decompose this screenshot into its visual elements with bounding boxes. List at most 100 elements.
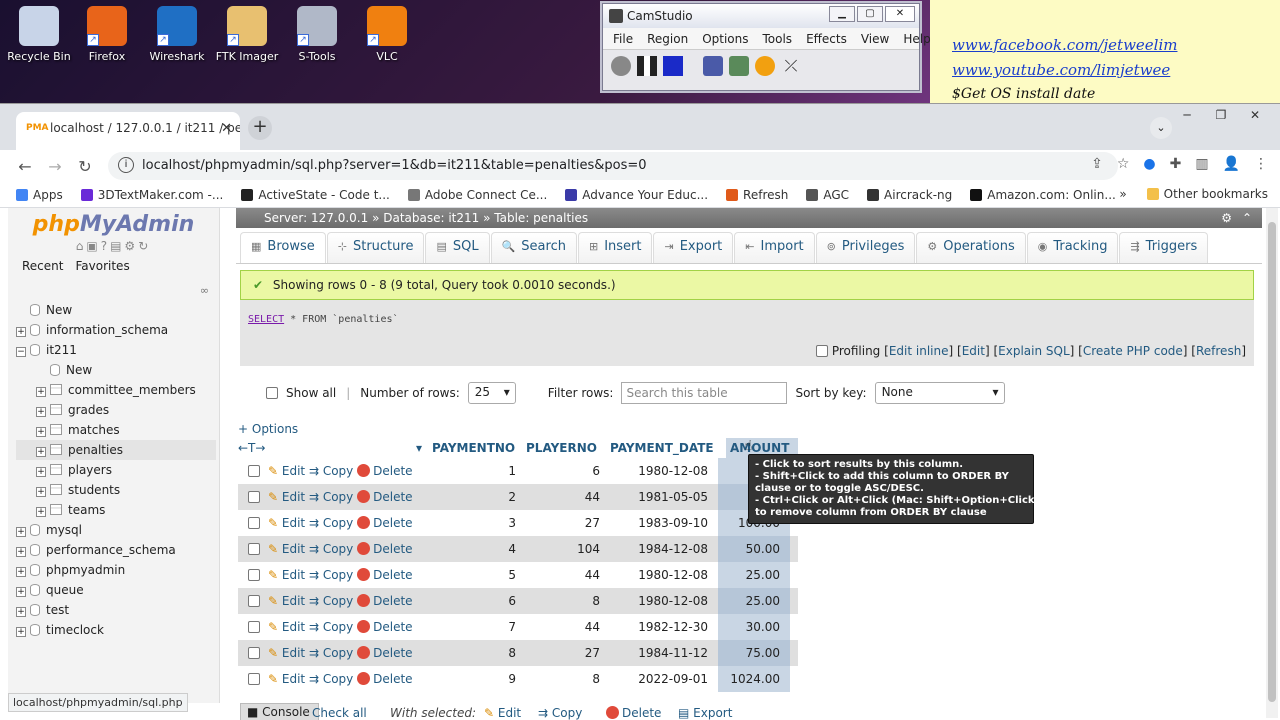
cell-playerno[interactable]: 8 [526,594,610,608]
tab-insert[interactable]: ⊞ Insert [577,232,653,263]
sql-query[interactable]: SELECT * FROM `penalties` [248,314,399,325]
site-info-icon[interactable]: i [118,157,134,173]
cell-playerno[interactable]: 27 [526,516,610,530]
row-checkbox[interactable] [248,673,260,685]
row-checkbox[interactable] [248,647,260,659]
edit-button[interactable]: ✎ Edit [268,594,305,608]
settings-icon[interactable]: ⚙ [1221,211,1232,225]
column-menu-icon[interactable]: ▾ [416,438,432,458]
expand-icon[interactable]: + [36,507,46,517]
back-icon[interactable]: ← [10,157,40,176]
edit-button[interactable]: ✎ Edit [268,620,305,634]
cell-paymentno[interactable]: 1 [432,464,526,478]
favorites-tab[interactable]: Favorites [75,259,129,273]
tab-close-icon[interactable]: ✕ [221,121,232,136]
minimize-icon[interactable]: ▁ [829,6,855,22]
tab-triggers[interactable]: ⇶ Triggers [1119,232,1209,263]
cursor-options-icon[interactable]: ⤫ [781,56,801,76]
bookmark-item[interactable]: Adobe Connect Ce... [407,188,547,202]
youtube-link[interactable]: www.youtube.com/limjetwee [952,61,1280,79]
tab-search[interactable]: 🔍 Search [490,232,577,263]
delete-button[interactable]: Delete [357,568,413,582]
collapse-icon[interactable]: ⌃ [1242,211,1252,225]
check-all-link[interactable]: Check all [312,706,367,720]
tree-item-table[interactable]: + matches [16,420,216,440]
camstudio-window[interactable]: CamStudio ▁ ▢ ✕ File Region Options Tools Ef… [602,3,931,91]
cell-payment-date[interactable]: 1984-12-08 [610,542,718,556]
breadcrumb-table[interactable]: Table: penalties [494,211,588,225]
tab-operations[interactable]: ⚙ Operations [916,232,1026,263]
maximize-icon[interactable]: ▢ [857,6,883,22]
tab-structure[interactable]: ⊹ Structure [326,232,425,263]
tab-browse[interactable]: ▦ Browse [240,232,326,263]
breadcrumb-server[interactable]: Server: 127.0.0.1 [264,211,368,225]
desktop-icon[interactable]: ↗ FTK Imager [210,6,284,63]
edit-button[interactable]: ✎ Edit [268,672,305,686]
other-bookmarks[interactable]: Other bookmarks [1146,187,1268,201]
bulk-copy-button[interactable]: ⇉ Copy [538,706,582,720]
delete-button[interactable]: Delete [357,542,413,556]
tree-item-table[interactable]: + teams [16,500,216,520]
cell-paymentno[interactable]: 8 [432,646,526,660]
delete-button[interactable]: Delete [357,646,413,660]
tree-item-db[interactable]: − it211 [16,340,216,360]
copy-button[interactable]: ⇉ Copy [309,516,353,530]
tree-item-db[interactable]: + phpmyadmin [16,560,216,580]
bookmark-item[interactable]: 3DTextMaker.com -... [80,188,223,202]
cell-playerno[interactable]: 44 [526,490,610,504]
cell-payment-date[interactable]: 1982-12-30 [610,620,718,634]
bookmark-item[interactable]: Refresh [726,188,788,202]
cell-payment-date[interactable]: 1981-05-05 [610,490,718,504]
edit-button[interactable]: ✎ Edit [268,490,305,504]
tree-item-db[interactable]: + queue [16,580,216,600]
copy-button[interactable]: ⇉ Copy [309,620,353,634]
camstudio-menu-tools[interactable]: Tools [763,32,793,46]
num-rows-select[interactable]: 25 [467,382,516,404]
copy-button[interactable]: ⇉ Copy [309,568,353,582]
copy-button[interactable]: ⇉ Copy [309,464,353,478]
edit-button[interactable]: ✎ Edit [268,568,305,582]
profiling-checkbox[interactable] [815,345,828,357]
cell-payment-date[interactable]: 1980-12-08 [610,594,718,608]
cell-payment-date[interactable]: 2022-09-01 [610,672,718,686]
cell-paymentno[interactable]: 2 [432,490,526,504]
expand-icon[interactable]: + [16,567,26,577]
bookmark-item[interactable]: AGC [806,188,849,202]
tree-item-table[interactable]: + students [16,480,216,500]
tab-privileges[interactable]: ⊚ Privileges [815,232,916,263]
column-resize-arrows[interactable]: ←T→ [238,438,416,458]
copy-button[interactable]: ⇉ Copy [309,672,353,686]
pause-icon[interactable] [637,56,657,76]
cell-playerno[interactable]: 8 [526,672,610,686]
show-all-checkbox[interactable] [266,387,278,399]
video-options-icon[interactable] [729,56,749,76]
extensions-puzzle-icon[interactable]: ✚ [1170,156,1182,172]
tree-item-db[interactable]: + mysql [16,520,216,540]
cell-amount[interactable]: 50.00 [718,536,790,562]
help-icon[interactable]: ? [101,239,110,253]
tab-export[interactable]: ⇥ Export [653,232,734,263]
delete-button[interactable]: Delete [357,464,413,478]
expand-icon[interactable]: + [16,527,26,537]
desktop-icon[interactable]: ↗ S-Tools [280,6,354,63]
bookmark-item[interactable]: ActiveState - Code t... [241,188,390,202]
row-checkbox[interactable] [248,595,260,607]
tree-item-table[interactable]: + players [16,460,216,480]
expand-icon[interactable]: + [36,447,46,457]
cell-amount[interactable]: 75.00 [718,640,790,666]
tree-item-db[interactable]: + timeclock [16,620,216,640]
bookmark-star-icon[interactable]: ☆ [1117,156,1130,172]
copy-button[interactable]: ⇉ Copy [309,594,353,608]
settings-icon[interactable]: ⚙ [124,239,138,253]
desktop-icon[interactable]: Recycle Bin [2,6,76,63]
cell-amount[interactable]: 25.00 [718,588,790,614]
camstudio-titlebar[interactable]: CamStudio ▁ ▢ ✕ [603,4,919,28]
copy-button[interactable]: ⇉ Copy [309,490,353,504]
tab-sql[interactable]: ▤ SQL [425,232,490,263]
camstudio-menu-view[interactable]: View [861,32,889,46]
camstudio-menu-file[interactable]: File [613,32,633,46]
settings-icon[interactable] [755,56,775,76]
options-toggle[interactable]: + Options [238,422,298,436]
camstudio-menu-effects[interactable]: Effects [806,32,847,46]
link-refresh[interactable]: Refresh [1196,344,1241,358]
